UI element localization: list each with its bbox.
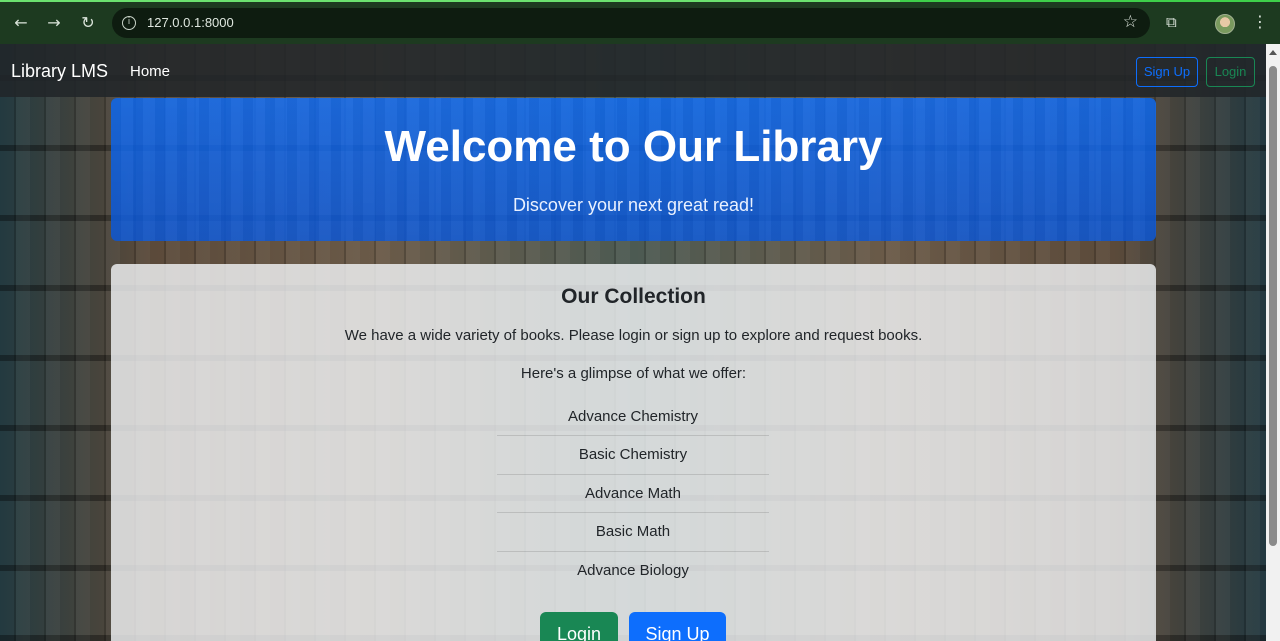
navbar: Library LMS Home Sign Up Login bbox=[0, 44, 1266, 97]
url-text[interactable]: 127.0.0.1:8000 bbox=[147, 15, 234, 30]
login-button[interactable]: Login bbox=[540, 612, 618, 641]
collection-heading: Our Collection bbox=[561, 285, 706, 308]
profile-avatar[interactable] bbox=[1215, 14, 1235, 34]
scroll-up-arrow-icon[interactable] bbox=[1269, 50, 1277, 55]
list-item: Advance Chemistry bbox=[497, 398, 769, 437]
reload-icon[interactable]: ↻ bbox=[77, 12, 99, 34]
hero-title: Welcome to Our Library bbox=[384, 122, 883, 171]
signup-button[interactable]: Sign Up bbox=[629, 612, 726, 641]
collection-description: We have a wide variety of books. Please … bbox=[344, 327, 923, 344]
navbar-brand[interactable]: Library LMS bbox=[11, 61, 108, 82]
forward-icon[interactable]: → bbox=[43, 12, 65, 34]
hero-banner: Welcome to Our Library Discover your nex… bbox=[111, 98, 1156, 241]
hero-subtitle: Discover your next great read! bbox=[512, 195, 755, 215]
collection-glimpse: Here's a glimpse of what we offer: bbox=[520, 365, 747, 382]
back-icon[interactable]: ← bbox=[10, 12, 32, 34]
list-item: Basic Math bbox=[497, 513, 769, 552]
page-scrollbar[interactable] bbox=[1266, 44, 1280, 641]
book-list: Advance Chemistry Basic Chemistry Advanc… bbox=[497, 398, 769, 590]
list-item: Basic Chemistry bbox=[497, 436, 769, 475]
list-item: Advance Biology bbox=[577, 561, 689, 579]
nav-login-button[interactable]: Login bbox=[1206, 57, 1255, 87]
list-item: Advance Math bbox=[497, 475, 769, 514]
nav-signup-button[interactable]: Sign Up bbox=[1136, 57, 1198, 87]
page-load-progress bbox=[0, 0, 900, 2]
extensions-icon[interactable]: ⧉ bbox=[1166, 13, 1184, 31]
page-background: Library LMS Home Sign Up Login Welcome t… bbox=[0, 44, 1266, 641]
browser-toolbar: ← → ↻ i 127.0.0.1:8000 ☆ ⧉ ⋮ bbox=[0, 0, 1280, 44]
address-bar[interactable]: i 127.0.0.1:8000 ☆ bbox=[112, 8, 1150, 38]
site-info-icon[interactable]: i bbox=[122, 16, 136, 30]
nav-home-link[interactable]: Home bbox=[130, 63, 170, 80]
bookmark-star-icon[interactable]: ☆ bbox=[1123, 12, 1138, 32]
browser-menu-icon[interactable]: ⋮ bbox=[1252, 12, 1268, 31]
collection-card: Our Collection We have a wide variety of… bbox=[111, 264, 1156, 641]
scrollbar-thumb[interactable] bbox=[1269, 66, 1277, 546]
